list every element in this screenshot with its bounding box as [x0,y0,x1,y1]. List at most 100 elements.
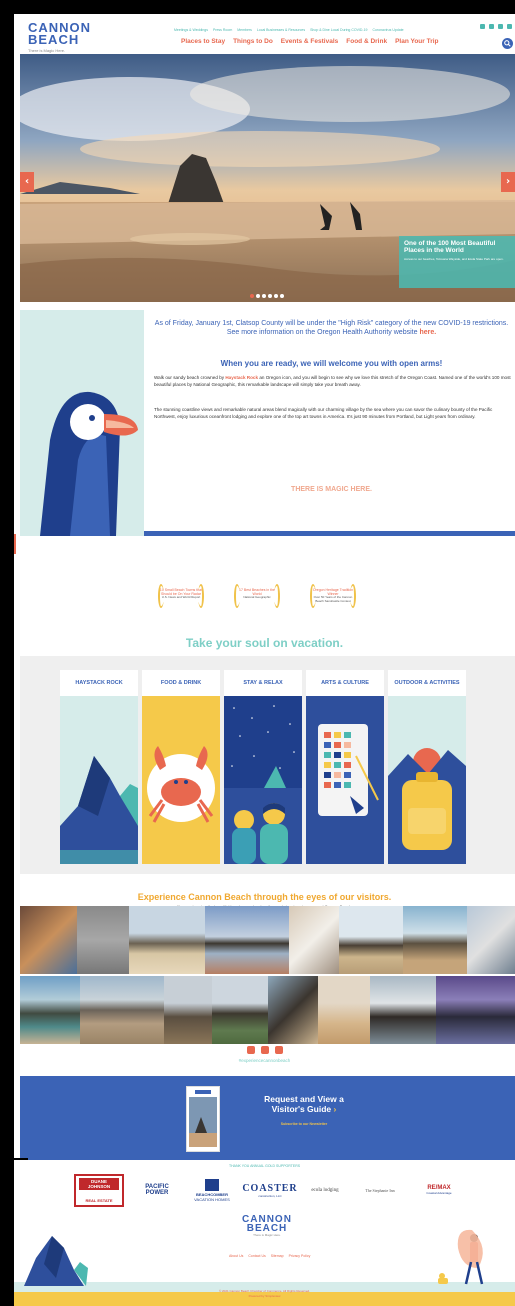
footer-logo-line-2: BEACH [246,1223,288,1234]
slider-dot[interactable] [256,294,260,298]
category-arts-culture[interactable]: ARTS & CULTURE [306,670,384,864]
instagram-icon[interactable] [261,1046,269,1054]
visitor-photo[interactable] [212,976,268,1044]
visitor-photo[interactable] [80,976,164,1044]
nav-plan-your-trip[interactable]: Plan Your Trip [395,38,438,45]
sponsor-logo[interactable]: BEACHCOMBER VACATION HOMES [186,1172,238,1208]
category-label: OUTDOOR & ACTIVITIES [388,670,466,696]
site-logo[interactable]: CANNON BEACH There is Magic Here. [28,21,90,54]
powered-by[interactable]: Powered by Simpleview [14,1294,515,1298]
sponsor-name: DUANE JOHNSON [79,1177,119,1190]
facebook-icon[interactable] [247,1046,255,1054]
nav-food-drink[interactable]: Food & Drink [346,38,387,45]
slider-dot[interactable] [262,294,266,298]
footer-link-contact[interactable]: Contact Us [248,1254,265,1258]
visitor-guide-title-line-2: Visitor's Guide [271,1104,332,1114]
hero-caption-title: One of the 100 Most Beautiful Places in … [404,240,496,254]
utility-link[interactable]: Shop & Dine Local During COVID-19 [310,28,367,32]
utility-nav: Meetings & Weddings Press Room Members L… [174,28,404,32]
sponsor-logo[interactable]: RE/MAX Coastal Advantage [414,1172,464,1208]
intro-divider [144,531,515,536]
visitor-photo[interactable] [164,976,212,1044]
slider-dot[interactable] [280,294,284,298]
welcome-heading: When you are ready, we will welcome you … [220,359,443,368]
youtube-icon[interactable] [275,1046,283,1054]
sponsor-sub: REAL ESTATE [85,1197,113,1203]
haystack-illustration [60,696,138,864]
sponsor-name: BEACHCOMBER [195,1191,228,1197]
sponsors-title: THANK YOU ANNUAL GOLD SUPPORTERS [228,1164,301,1168]
visitor-photo[interactable] [77,906,129,974]
share-icon[interactable] [507,24,512,29]
main-nav: Places to Stay Things to Do Events & Fes… [181,38,439,45]
paint-palette-illustration [306,696,384,864]
slider-dot[interactable] [268,294,272,298]
utility-link[interactable]: Local Businesses & Resources [257,28,305,32]
award-badge: 17 Best Beaches in the World National Ge… [234,582,280,612]
divider [14,1158,28,1160]
visitor-photo[interactable] [205,906,289,974]
sponsor-sub: VACATION HOMES [194,1196,230,1202]
newsletter-link[interactable]: Subscribe to our Newsletter [229,1122,379,1126]
logo-tagline: There is Magic Here. [28,48,66,53]
search-button[interactable] [502,38,513,49]
visitor-photo[interactable] [20,906,77,974]
hero-caption[interactable]: One of the 100 Most Beautiful Places in … [399,236,515,288]
category-label: HAYSTACK ROCK [60,670,138,696]
sponsor-logo[interactable]: COASTER construction, LLC [242,1172,298,1208]
visitor-photo[interactable] [20,976,80,1044]
sponsor-logo[interactable]: ecoIa lodging [302,1172,348,1208]
stargazers-illustration [224,696,302,864]
footer-logo[interactable]: CANNON BEACH There is Magic Here. [239,1215,295,1245]
footer-link-sitemap[interactable]: Sitemap [271,1254,284,1258]
search-icon [504,40,511,47]
visitor-photo[interactable] [268,976,318,1044]
visitor-guide-banner[interactable] [20,1076,515,1160]
ugc-title: Experience Cannon Beach through the eyes… [137,892,392,902]
utility-link[interactable]: Press Room [213,28,232,32]
hero-prev-button[interactable]: ‹ [20,172,34,192]
visitor-photo[interactable] [339,906,403,974]
category-haystack-rock[interactable]: HAYSTACK ROCK [60,670,138,864]
visitor-photo[interactable] [129,906,205,974]
footer-link-privacy[interactable]: Privacy Policy [289,1254,311,1258]
sponsor-sub: POWER [145,1190,169,1196]
visitor-photo[interactable] [370,976,436,1044]
category-food-drink[interactable]: FOOD & DRINK [142,670,220,864]
instagram-icon[interactable] [489,24,494,29]
facebook-icon[interactable] [480,24,485,29]
covid-notice: As of Friday, January 1st, Clatsop Count… [154,319,509,337]
visitor-guide-cover[interactable] [186,1086,220,1152]
sponsor-logo[interactable]: PACIFIC POWER [134,1172,180,1208]
nav-events-festivals[interactable]: Events & Festivals [281,38,338,45]
covid-link[interactable]: here. [419,329,436,336]
nav-places-to-stay[interactable]: Places to Stay [181,38,225,45]
visitor-photo[interactable] [467,906,515,974]
youtube-icon[interactable] [498,24,503,29]
visitor-photo[interactable] [289,906,339,974]
utility-link[interactable]: Meetings & Weddings [174,28,208,32]
sponsor-logo[interactable]: DUANE JOHNSON REAL ESTATE [74,1172,124,1208]
utility-link[interactable]: Coronavirus Update [372,28,403,32]
footer-links: About Us Contact Us Sitemap Privacy Poli… [229,1254,310,1258]
copyright: © 2021 Cannon Beach Chamber of Commerce.… [218,1289,311,1293]
category-outdoor-activities[interactable]: OUTDOOR & ACTIVITIES [388,670,466,864]
category-label: FOOD & DRINK [142,670,220,696]
nav-things-to-do[interactable]: Things to Do [233,38,273,45]
ugc-social-links [247,1046,283,1054]
sponsor-sub: construction, LLC [258,1193,282,1198]
slider-dot[interactable] [274,294,278,298]
category-stay-relax[interactable]: STAY & RELAX [224,670,302,864]
section-tagline: Take your soul on vacation. [185,636,344,650]
slider-dot[interactable] [250,294,254,298]
footer-link-about[interactable]: About Us [229,1254,243,1258]
haystack-rock-link[interactable]: Haystack Rock [225,375,258,380]
sponsor-logo[interactable]: The Stephanie Inn [352,1172,408,1208]
visitor-photo[interactable] [403,906,467,974]
visitor-photo[interactable] [436,976,515,1044]
visitor-guide-title[interactable]: Request and View a Visitor's Guide › [229,1094,379,1114]
hashtag-link[interactable]: #experiencecannonbeach [14,1058,515,1063]
utility-link[interactable]: Members [237,28,252,32]
visitor-photo[interactable] [318,976,370,1044]
hero-next-button[interactable]: › [501,172,515,192]
